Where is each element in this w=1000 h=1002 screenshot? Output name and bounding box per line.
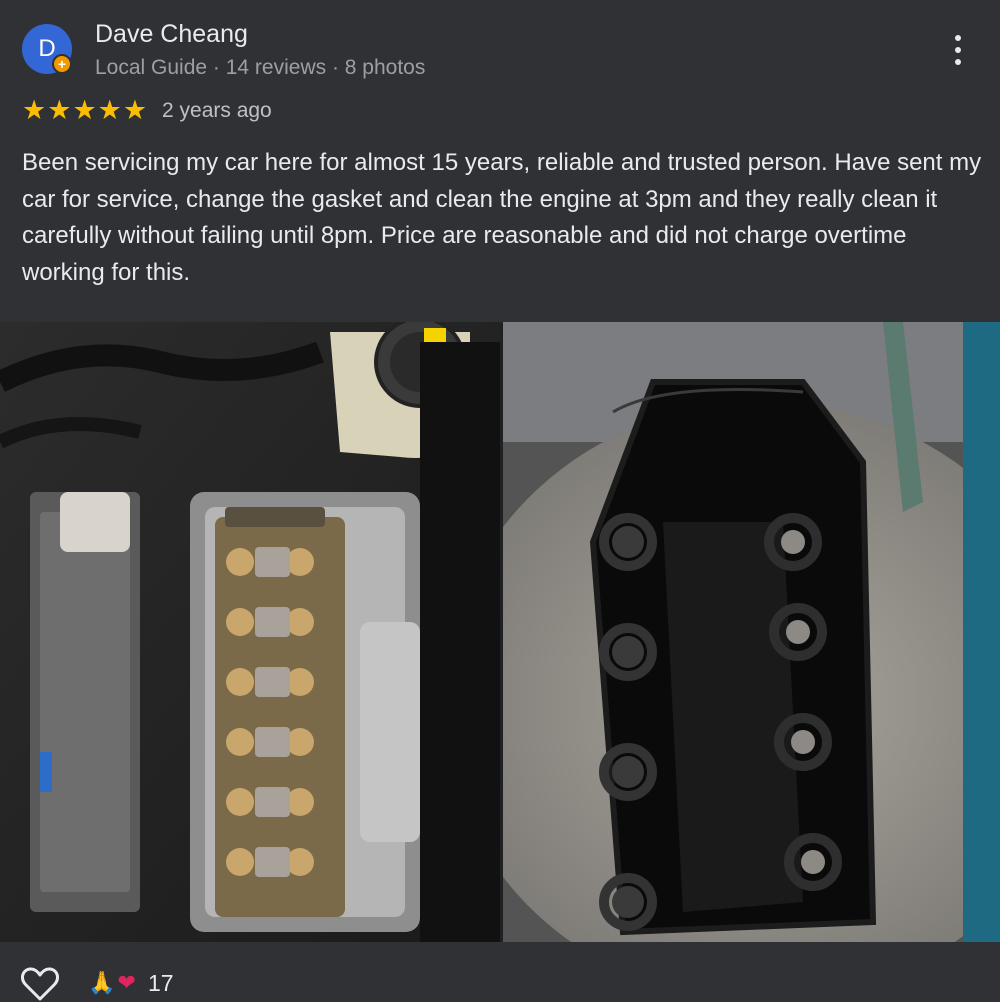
star-icon: ★ <box>122 95 148 125</box>
reaction-icons[interactable]: 🙏 ❤ <box>88 968 136 998</box>
heart-outline-icon[interactable] <box>20 966 60 1002</box>
star-icon: ★ <box>97 95 122 125</box>
folded-hands-icon: 🙏 <box>88 970 116 995</box>
review-text: Been servicing my car here for almost 15… <box>22 149 982 286</box>
reaction-count: 17 <box>148 970 174 996</box>
review-photo-gasket[interactable] <box>503 322 1000 942</box>
reviewer-meta: Local Guide · 14 reviews · 8 photos <box>95 56 426 79</box>
star-icon: ★ <box>22 95 47 125</box>
review-date: 2 years ago <box>162 99 272 122</box>
review-photo-engine[interactable] <box>0 322 500 942</box>
more-options-icon[interactable] <box>946 32 970 68</box>
red-heart-icon: ❤ <box>117 970 136 995</box>
reviewer-name[interactable]: Dave Cheang <box>95 20 248 49</box>
star-icon: ★ <box>47 95 72 125</box>
local-guide-badge-icon: + <box>52 54 72 74</box>
star-icon: ★ <box>72 95 97 125</box>
star-rating: ★ ★ ★ ★ ★ <box>22 96 147 124</box>
